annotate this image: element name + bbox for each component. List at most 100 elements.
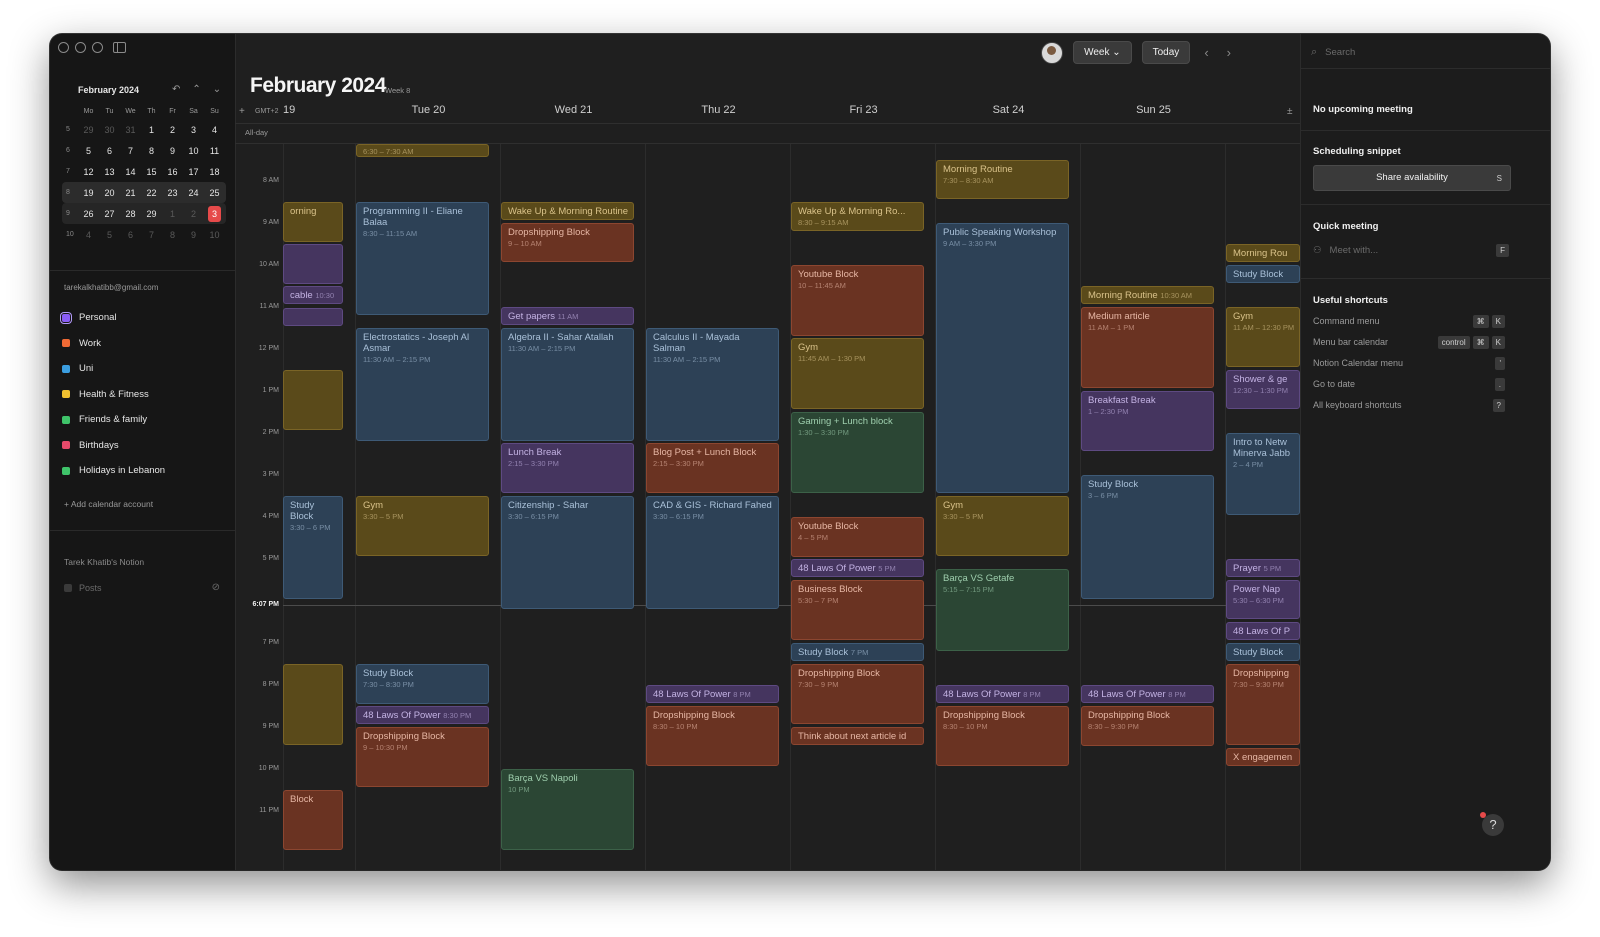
event-block[interactable]: Gaming + Lunch block 1:30 – 3:30 PM <box>791 412 924 493</box>
share-availability-button[interactable]: Share availability S <box>1313 165 1511 191</box>
event-block[interactable]: 48 Laws Of Power 8 PM <box>936 685 1069 703</box>
event-block[interactable]: Blog Post + Lunch Block 2:15 – 3:30 PM <box>646 443 779 493</box>
checkbox-icon[interactable] <box>62 441 70 450</box>
day-header[interactable]: Sun 25 <box>1081 104 1226 124</box>
mini-day[interactable]: 1 <box>141 125 162 135</box>
event-block[interactable]: Medium article 11 AM – 1 PM <box>1081 307 1214 388</box>
mini-day[interactable]: 3 <box>183 125 204 135</box>
event-block[interactable]: Study Block 3 – 6 PM <box>1081 475 1214 599</box>
mini-day[interactable]: 14 <box>120 167 141 177</box>
event-block[interactable]: Wake Up & Morning Ro... 8:30 – 9:15 AM <box>791 202 924 231</box>
event-block[interactable]: 6:30 – 7:30 AM <box>356 144 489 157</box>
shortcut-row[interactable]: Notion Calendar menu ' <box>1313 357 1505 370</box>
mini-day[interactable]: 12 <box>78 167 99 177</box>
today-button[interactable]: Today <box>1141 41 1191 64</box>
calendar-item-health[interactable]: Health & Fitness <box>62 382 165 408</box>
close-window-button[interactable] <box>58 42 69 53</box>
event-block[interactable]: Power Nap 5:30 – 6:30 PM <box>1226 580 1300 619</box>
mini-day[interactable]: 28 <box>120 209 141 219</box>
event-block[interactable]: Barça VS Getafe 5:15 – 7:15 PM <box>936 569 1069 651</box>
event-block[interactable]: Prayer 5 PM <box>1226 559 1300 577</box>
calendar-item-work[interactable]: Work <box>62 331 165 357</box>
mini-day[interactable]: 9 <box>162 146 183 156</box>
mini-day[interactable]: 8 <box>141 146 162 156</box>
mini-day[interactable]: 21 <box>120 188 141 198</box>
event-block[interactable]: CAD & GIS - Richard Fahed 3:30 – 6:15 PM <box>646 496 779 609</box>
event-block[interactable]: 48 Laws Of Power 5 PM <box>791 559 924 577</box>
event-block[interactable]: Intro to Netw Minerva Jabb 2 – 4 PM <box>1226 433 1300 515</box>
event-block[interactable]: Gym 11 AM – 12:30 PM <box>1226 307 1300 367</box>
mini-day[interactable]: 4 <box>204 125 225 135</box>
day-header[interactable]: Sat 24 <box>936 104 1081 124</box>
plus-icon[interactable]: + <box>239 106 245 117</box>
mini-day[interactable]: 7 <box>141 230 162 240</box>
mini-day[interactable]: 24 <box>183 188 204 198</box>
checkbox-icon[interactable] <box>62 339 70 348</box>
event-block[interactable]: 48 Laws Of Power 8:30 PM <box>356 706 489 724</box>
expand-icon[interactable]: ± <box>1287 106 1293 117</box>
calendar-item-personal[interactable]: Personal <box>60 305 165 331</box>
mini-day[interactable]: 10 <box>204 230 225 240</box>
mini-day[interactable]: 11 <box>204 146 225 156</box>
event-block[interactable]: Dropshipping Block 8:30 – 9:30 PM <box>1081 706 1214 746</box>
event-block[interactable]: Youtube Block 10 – 11:45 AM <box>791 265 924 336</box>
time-grid[interactable]: 8 AM 9 AM 10 AM 11 AM 12 PM 1 PM 2 PM 3 … <box>235 144 1300 870</box>
avatar[interactable] <box>1041 41 1064 64</box>
previous-week-icon[interactable]: ‹ <box>1200 45 1212 60</box>
event-block[interactable]: Dropshipping Block 8:30 – 10 PM <box>936 706 1069 766</box>
event-block[interactable]: Shower & ge 12:30 – 1:30 PM <box>1226 370 1300 409</box>
search-input[interactable]: ⌕ Search <box>1311 46 1355 59</box>
event-block[interactable]: Programming II - Eliane Balaa 8:30 – 11:1… <box>356 202 489 315</box>
mini-day[interactable]: 2 <box>162 125 183 135</box>
mini-day[interactable]: 2 <box>183 209 204 219</box>
event-block[interactable]: Morning Rou <box>1226 244 1300 262</box>
event-block[interactable]: Barça VS Napoli 10 PM <box>501 769 634 850</box>
checkbox-icon[interactable] <box>64 583 72 592</box>
event-block[interactable]: Study Block 3:30 – 6 PM <box>283 496 343 599</box>
mini-day[interactable]: 23 <box>162 188 183 198</box>
shortcut-row[interactable]: Command menu ⌘ K <box>1313 315 1505 328</box>
mini-day[interactable]: 7 <box>120 146 141 156</box>
event-block[interactable]: cable 10:30 ... <box>283 286 343 304</box>
event-block[interactable]: Business Block 5:30 – 7 PM <box>791 580 924 640</box>
add-calendar-account-button[interactable]: + Add calendar account <box>64 499 153 509</box>
event-block[interactable]: Calculus II - Mayada Salman 11:30 AM – 2:… <box>646 328 779 441</box>
calendar-item-uni[interactable]: Uni <box>62 356 165 382</box>
event-block[interactable] <box>283 244 343 284</box>
event-block[interactable]: Gym 3:30 – 5 PM <box>936 496 1069 556</box>
mini-day[interactable]: 13 <box>99 167 120 177</box>
checkbox-icon[interactable] <box>62 466 70 475</box>
event-block[interactable]: X engagemen <box>1226 748 1300 766</box>
event-block[interactable]: Gym 3:30 – 5 PM <box>356 496 489 556</box>
mini-day[interactable]: 20 <box>99 188 120 198</box>
event-block[interactable]: Dropshipping Block 8:30 – 10 PM <box>646 706 779 766</box>
event-block[interactable] <box>283 370 343 430</box>
mini-day[interactable]: 6 <box>120 230 141 240</box>
mini-day[interactable]: 29 <box>141 209 162 219</box>
mini-day[interactable]: 30 <box>99 125 120 135</box>
mini-day[interactable]: 27 <box>99 209 120 219</box>
event-block[interactable]: orning <box>283 202 343 242</box>
mini-day[interactable]: 15 <box>141 167 162 177</box>
event-block[interactable]: Gym 11:45 AM – 1:30 PM <box>791 338 924 409</box>
mini-day[interactable]: 10 <box>183 146 204 156</box>
event-block[interactable]: Block <box>283 790 343 850</box>
calendar-item-friends[interactable]: Friends & family <box>62 407 165 433</box>
calendar-item-holidays[interactable]: Holidays in Lebanon <box>62 458 165 484</box>
event-block[interactable]: Dropshipping Block 7:30 – 9 PM <box>791 664 924 724</box>
event-block[interactable]: Dropshipping Block 9 – 10 AM <box>501 223 634 262</box>
event-block[interactable]: Study Block 7 PM <box>791 643 924 661</box>
help-button[interactable]: ? <box>1482 814 1504 836</box>
undo-icon[interactable]: ↶ <box>172 84 180 95</box>
shortcut-row[interactable]: Menu bar calendar control ⌘ K <box>1313 336 1505 349</box>
day-header[interactable]: Fri 23 <box>791 104 936 124</box>
notion-posts-item[interactable]: Posts ⊘ <box>64 582 220 593</box>
chevron-down-icon[interactable]: ⌄ <box>213 84 221 95</box>
mini-day[interactable]: 8 <box>162 230 183 240</box>
event-block[interactable]: Study Block <box>1226 265 1300 283</box>
mini-day[interactable]: 6 <box>99 146 120 156</box>
mini-day[interactable]: 9 <box>183 230 204 240</box>
day-header[interactable]: Tue 20 <box>356 104 501 124</box>
meet-with-input[interactable]: ⚇ Meet with... F <box>1313 244 1509 257</box>
event-block[interactable]: Study Block <box>1226 643 1300 661</box>
